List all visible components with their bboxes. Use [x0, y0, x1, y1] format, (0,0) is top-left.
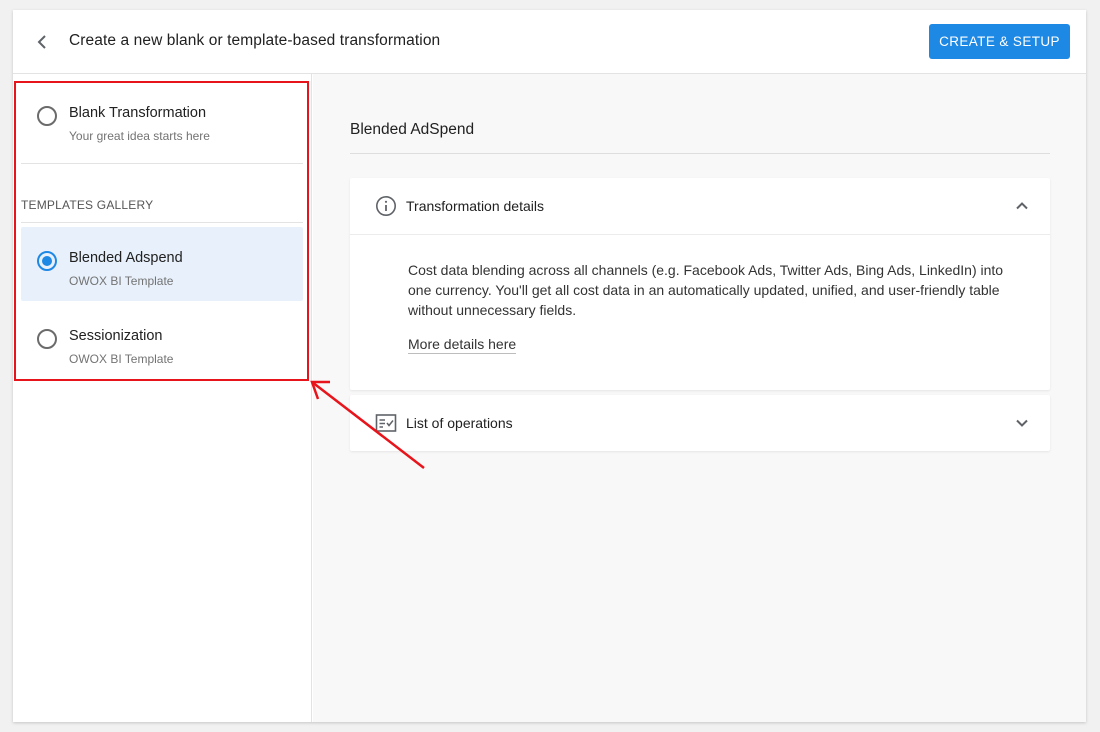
more-details-link[interactable]: More details here	[408, 336, 517, 354]
option-title: Blank Transformation	[69, 105, 207, 121]
option-title: Blended Adspend	[69, 250, 183, 266]
section-title: Blended AdSpend	[350, 121, 475, 138]
blank-transformation-option[interactable]: Blank Transformation Your great idea sta…	[21, 82, 303, 156]
transformation-description: Cost data blending across all channels (…	[408, 262, 1004, 318]
create-setup-button[interactable]: CREATE & SETUP	[929, 24, 1070, 59]
list-of-operations-header[interactable]: List of operations	[350, 395, 1050, 451]
back-button[interactable]	[31, 30, 53, 54]
card-title: List of operations	[406, 415, 513, 431]
chevron-left-icon	[37, 35, 46, 49]
option-subtitle: OWOX BI Template	[69, 274, 174, 288]
transformation-details-card: Transformation details Cost data blendin…	[350, 178, 1050, 390]
radio-blank[interactable]	[37, 106, 57, 126]
transformation-dialog: Create a new blank or template-based tra…	[13, 10, 1086, 722]
template-option-sessionization[interactable]: Sessionization OWOX BI Template	[21, 305, 303, 379]
info-icon	[376, 196, 396, 216]
sidebar: Blank Transformation Your great idea sta…	[13, 74, 312, 722]
dialog-header: Create a new blank or template-based tra…	[13, 10, 1086, 74]
option-subtitle: Your great idea starts here	[69, 129, 210, 143]
card-divider	[350, 234, 1050, 235]
chevron-down-icon[interactable]	[1012, 413, 1032, 433]
transformation-details-header[interactable]: Transformation details	[350, 178, 1050, 234]
template-option-blended-adspend[interactable]: Blended Adspend OWOX BI Template	[21, 227, 303, 301]
divider	[21, 222, 303, 223]
section-divider	[350, 153, 1050, 154]
radio-blended-adspend[interactable]	[37, 251, 57, 271]
divider	[21, 163, 303, 164]
list-of-operations-card: List of operations	[350, 395, 1050, 451]
option-title: Sessionization	[69, 328, 163, 344]
card-title: Transformation details	[406, 198, 544, 214]
main-content: Blended AdSpend Transformation details C…	[313, 74, 1086, 722]
templates-gallery-label: TEMPLATES GALLERY	[21, 198, 154, 212]
checklist-icon	[375, 414, 397, 432]
radio-sessionization[interactable]	[37, 329, 57, 349]
chevron-up-icon[interactable]	[1012, 196, 1032, 216]
page-title: Create a new blank or template-based tra…	[69, 32, 441, 49]
option-subtitle: OWOX BI Template	[69, 352, 174, 366]
